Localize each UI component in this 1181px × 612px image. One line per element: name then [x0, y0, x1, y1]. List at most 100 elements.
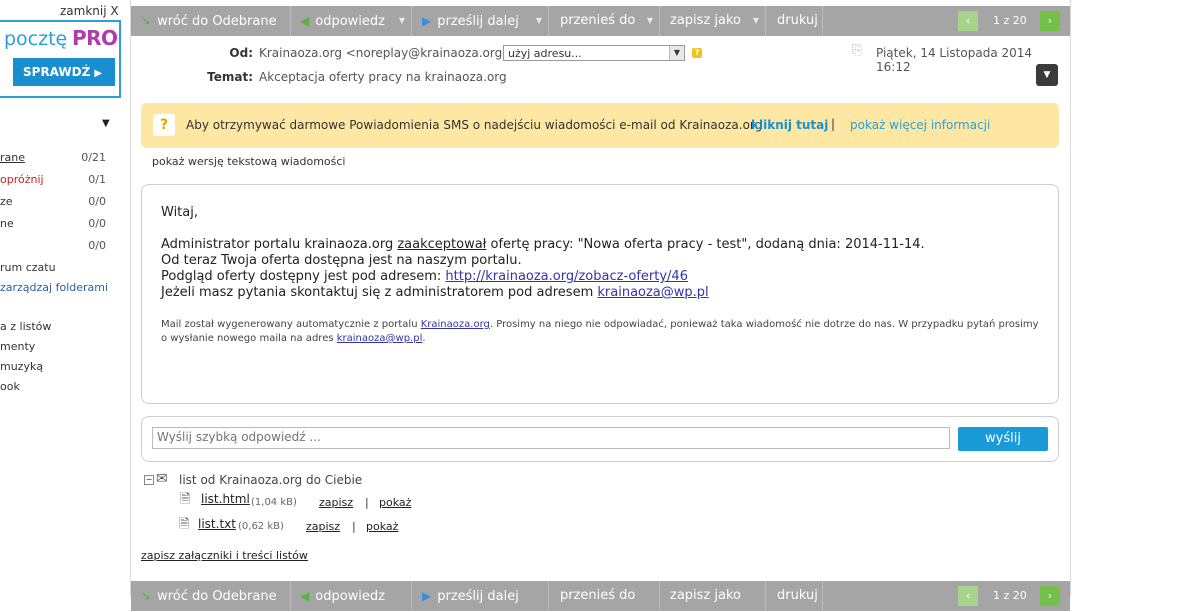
chevron-down-icon[interactable]: ▼ [536, 6, 542, 36]
reply-label: odpowiedz [315, 14, 385, 29]
sidebar-link[interactable]: muzyką [0, 360, 43, 373]
sidebar-link[interactable]: ook [0, 380, 20, 393]
footer-email-link[interactable]: krainaoza@wp.pl [337, 333, 423, 344]
chevron-right-icon: › [1047, 14, 1053, 27]
chevron-left-icon: ‹ [965, 589, 971, 602]
folder-inbox[interactable]: rane 0/21 [0, 151, 112, 169]
greeting: Witaj, [161, 205, 198, 220]
html-file-icon: 🗎 [180, 492, 191, 507]
promo-pro-label: PRO [72, 26, 118, 50]
offer-url-link[interactable]: http://krainaoza.org/zobacz-oferty/46 [445, 269, 688, 284]
previous-message-button[interactable]: ‹ [958, 586, 978, 606]
use-address-select[interactable]: użyj adresu... ▼ [503, 45, 685, 61]
folder-name: rane [0, 151, 26, 164]
quick-reply-input[interactable] [152, 427, 950, 449]
forward-button[interactable]: ▶ prześlij dalej [412, 581, 549, 611]
accepted-link[interactable]: zaakceptował [397, 237, 486, 252]
back-arrow-icon: ➘ [141, 14, 152, 28]
separator: | [352, 520, 356, 533]
save-as-button[interactable]: zapisz jako [660, 581, 766, 611]
next-message-button[interactable]: › [1040, 11, 1060, 31]
chevron-down-icon: ▼ [669, 46, 684, 60]
folder-count: 0/0 [88, 217, 106, 230]
envelope-icon: ✉ [156, 471, 168, 487]
show-text-version-link[interactable]: pokaż wersję tekstową wiadomości [152, 155, 345, 168]
attachment-save-link[interactable]: zapisz [319, 496, 353, 509]
print-button[interactable]: drukuj [766, 581, 823, 611]
folder-item[interactable]: ne 0/0 [0, 217, 112, 235]
move-to-button[interactable]: przenieś do [549, 581, 660, 611]
folder-count: 0/0 [88, 195, 106, 208]
message-body-box: Witaj, Administrator portalu krainaoza.o… [141, 184, 1059, 404]
back-arrow-icon: ➘ [141, 589, 152, 603]
sms-separator: | [831, 117, 836, 131]
next-message-button[interactable]: › [1040, 586, 1060, 606]
attachment-name[interactable]: list.txt [198, 517, 236, 531]
save-as-button[interactable]: zapisz jako ▼ [660, 6, 766, 36]
print-button[interactable]: drukuj [766, 6, 823, 36]
attachments-tree-label: list od Krainaoza.org do Ciebie [179, 473, 363, 487]
forward-arrow-icon: ▶ [422, 14, 432, 28]
portal-link[interactable]: Krainaoza.org [421, 319, 490, 330]
quick-reply-box: wyślij [141, 416, 1059, 462]
back-to-inbox-button[interactable]: ➘ wróć do Odebrane [131, 6, 291, 36]
attachment-show-link[interactable]: pokaż [366, 520, 398, 533]
body-text: ofertę pracy: "Nowa oferta pracy - test"… [486, 237, 925, 252]
sidebar-link[interactable]: a z listów [0, 320, 51, 333]
collapse-tree-icon[interactable]: − [144, 475, 154, 485]
promo-close-button[interactable]: zamknij X [60, 4, 119, 18]
body-line-1: Administrator portalu krainaoza.org zaak… [161, 237, 1041, 253]
send-button[interactable]: wyślij [958, 427, 1048, 451]
promo-check-button[interactable]: SPRAWDŹ ▶ [13, 58, 115, 86]
message-options-button[interactable]: ▼ [1036, 64, 1058, 86]
forward-button[interactable]: ▶ prześlij dalej ▼ [412, 6, 549, 36]
reply-button[interactable]: ◀ odpowiedz ▼ [291, 6, 412, 36]
footer-text: Mail został wygenerowany automatycznie z… [161, 319, 421, 330]
attachment-name[interactable]: list.html [201, 492, 250, 506]
chevron-down-icon[interactable]: ▼ [399, 6, 405, 36]
sidebar-link[interactable]: menty [0, 340, 35, 353]
reply-button[interactable]: ◀ odpowiedz [291, 581, 412, 611]
chevron-down-icon[interactable]: ▼ [753, 6, 759, 36]
folder-name: ne [0, 217, 14, 230]
chevron-down-icon[interactable]: ▼ [647, 6, 653, 36]
forward-label: prześlij dalej [437, 14, 519, 29]
folder-count: 0/1 [88, 173, 106, 186]
attachment-size: (1,04 kB) [251, 497, 297, 508]
folders-collapse-icon[interactable]: ▼ [102, 118, 110, 129]
chat-archive-link[interactable]: rum czatu [0, 261, 56, 274]
attachment-save-link[interactable]: zapisz [306, 520, 340, 533]
bottom-toolbar: ➘ wróć do Odebrane ◀ odpowiedz ▶ prześlij d… [131, 581, 1070, 611]
body-text: Jeżeli masz pytania skontaktuj się z adm… [161, 285, 598, 300]
folder-item[interactable]: ze 0/0 [0, 195, 112, 213]
sidebar: zamknij X pocztę PRO SPRAWDŹ ▶ ▼ rane 0/2… [0, 0, 130, 597]
sms-banner-text: Aby otrzymywać darmowe Powiadomienia SMS… [186, 118, 763, 132]
folder-item[interactable]: 0/0 [0, 239, 112, 257]
promo-check-label: SPRAWDŹ [23, 65, 91, 79]
move-to-button[interactable]: przenieś do ▼ [549, 6, 660, 36]
folder-empty-link[interactable]: opróżnij [0, 173, 44, 186]
back-to-inbox-button[interactable]: ➘ wróć do Odebrane [131, 581, 291, 611]
save-all-attachments-link[interactable]: zapisz załączniki i treści listów [141, 549, 308, 562]
sms-click-here-link[interactable]: kliknij tutaj [751, 118, 828, 132]
body-text: Podgląd oferty dostępny jest pod adresem… [161, 269, 446, 284]
chevron-down-icon: ▼ [1043, 70, 1051, 80]
use-address-value: użyj adresu... [508, 47, 582, 60]
previous-message-button[interactable]: ‹ [958, 11, 978, 31]
reply-arrow-icon: ◀ [300, 589, 310, 603]
sms-notification-banner: ? Aby otrzymywać darmowe Powiadomienia S… [141, 103, 1059, 148]
folder-trash[interactable]: opróżnij 0/1 [0, 173, 112, 191]
promo-banner[interactable]: pocztę PRO SPRAWDŹ ▶ [0, 20, 121, 98]
paperclip-icon: ⎘ [852, 43, 863, 58]
message-view: ➘ wróć do Odebrane ◀ odpowiedz ▼ ▶ prześlij… [130, 0, 1071, 611]
admin-email-link[interactable]: krainaoza@wp.pl [597, 285, 708, 300]
folder-name: ze [0, 195, 13, 208]
help-icon[interactable]: ? [692, 48, 702, 58]
auto-generated-note: Mail został wygenerowany automatycznie z… [161, 318, 1041, 346]
attachment-show-link[interactable]: pokaż [379, 496, 411, 509]
message-body: Witaj, Administrator portalu krainaoza.o… [161, 205, 1041, 346]
from-label: Od: [229, 46, 253, 60]
manage-folders-link[interactable]: zarządzaj folderami [0, 281, 108, 294]
sms-more-info-link[interactable]: pokaż więcej informacji [850, 118, 990, 132]
body-line-2: Od teraz Twoja oferta dostępna jest na n… [161, 253, 522, 268]
